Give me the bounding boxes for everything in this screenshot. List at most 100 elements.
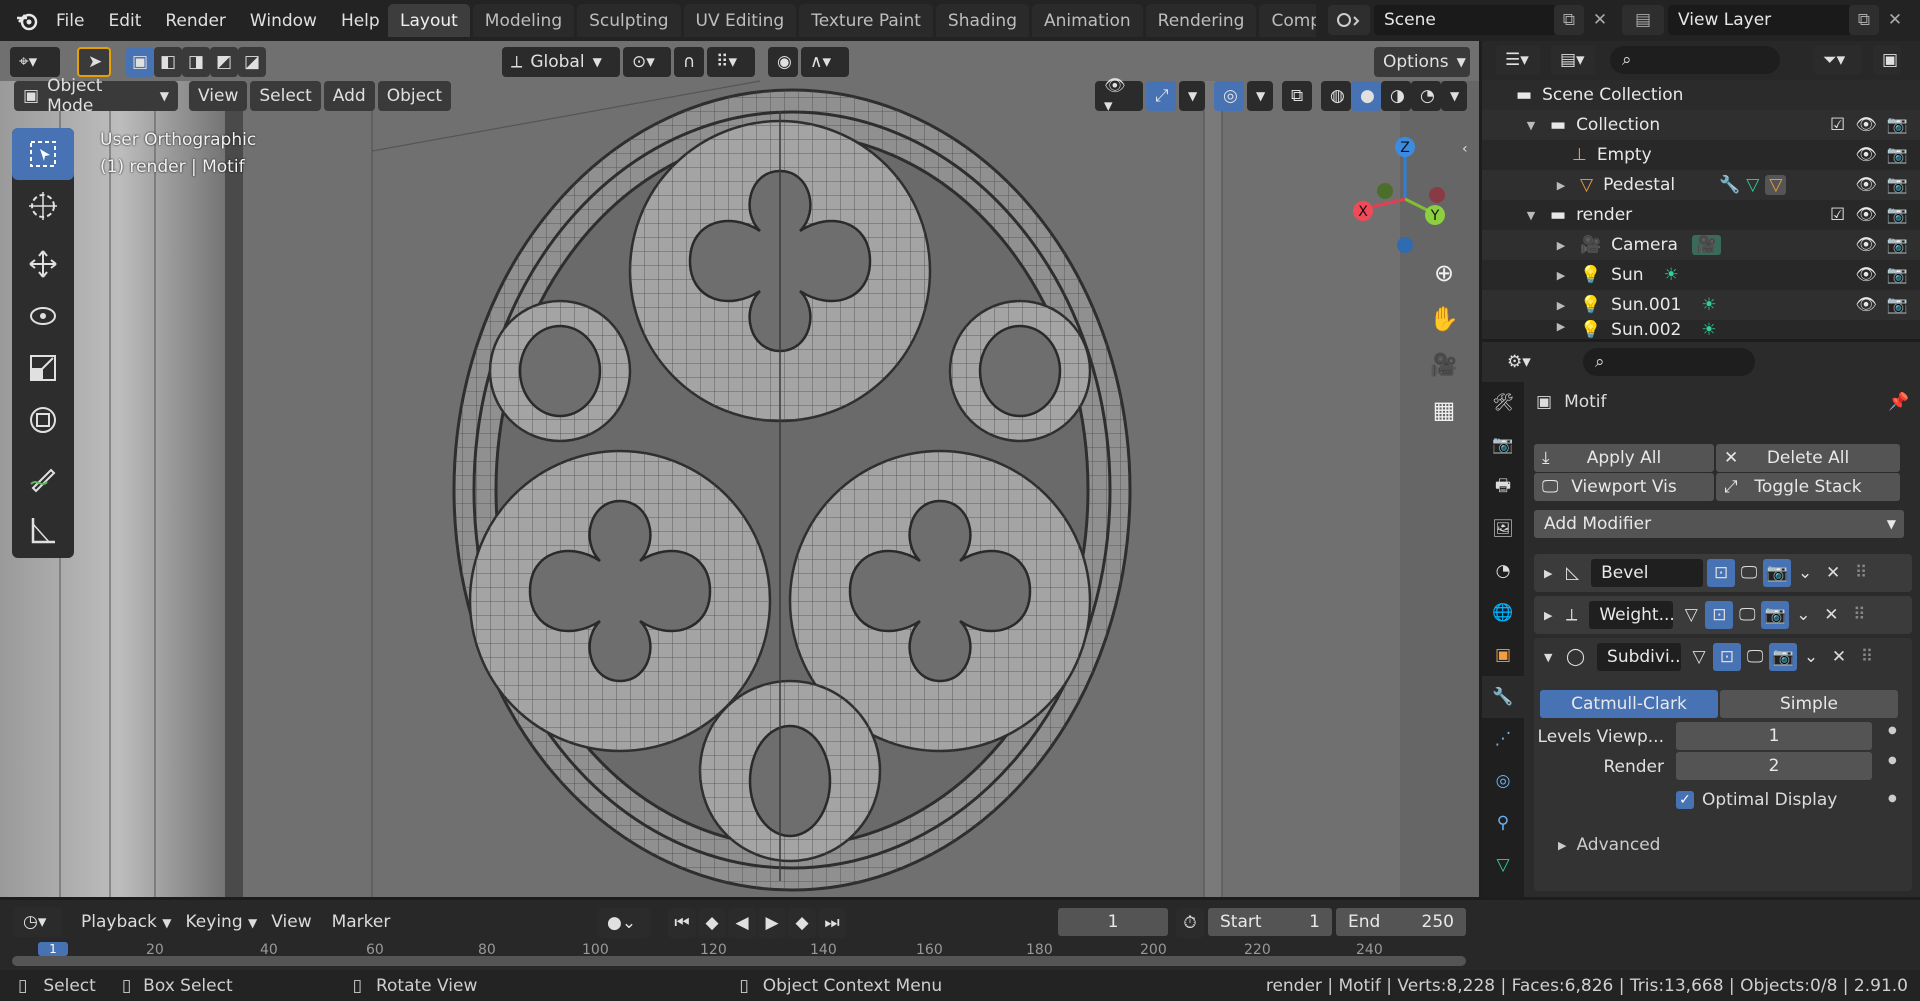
- view-menu[interactable]: View: [271, 912, 311, 932]
- camera-icon[interactable]: 📷: [1887, 115, 1908, 135]
- modifier-name-field[interactable]: Bevel: [1591, 559, 1704, 587]
- viewport-toggle[interactable]: 🖵: [1741, 643, 1769, 671]
- tab-rendering[interactable]: Rendering: [1145, 4, 1257, 37]
- viewport-toggle[interactable]: 🖵: [1735, 559, 1763, 587]
- tab-tool[interactable]: 🛠: [1482, 382, 1524, 424]
- shading-solid[interactable]: ●: [1351, 81, 1381, 111]
- auto-keying-toggle[interactable]: ●⌄: [598, 908, 650, 938]
- levels-viewport-field[interactable]: 1: [1676, 722, 1872, 750]
- remove-modifier[interactable]: ✕: [1819, 559, 1847, 587]
- tab-world[interactable]: 🌐: [1482, 592, 1524, 634]
- shading-rendered[interactable]: ◔: [1411, 81, 1441, 111]
- viewport-vis-button[interactable]: 🖵 Viewport Vis: [1534, 473, 1714, 501]
- tab-animation[interactable]: Animation: [1031, 4, 1143, 37]
- edit-mode-toggle[interactable]: ⊡: [1707, 559, 1736, 587]
- pan-button[interactable]: ✋: [1425, 300, 1463, 338]
- chevron-right-icon[interactable]: ▶: [1554, 239, 1568, 252]
- pivot-point-dropdown[interactable]: ⊙▾: [623, 47, 671, 77]
- snap-toggle[interactable]: ∩: [674, 47, 704, 77]
- properties-editor-type[interactable]: ⚙▾: [1498, 347, 1542, 377]
- checkbox-icon[interactable]: ☑: [1830, 205, 1845, 225]
- render-levels-field[interactable]: 2: [1676, 752, 1872, 780]
- select-subtract-icon[interactable]: ◨: [182, 47, 210, 77]
- jump-start-button[interactable]: ⏮: [668, 908, 696, 938]
- gizmo-dropdown[interactable]: ▼: [1179, 81, 1205, 111]
- render-toggle[interactable]: 📷: [1769, 643, 1798, 671]
- outliner-search-input[interactable]: ⌕: [1610, 46, 1780, 74]
- outliner-row-pedestal[interactable]: ▶ ▽ Pedestal 🔧 ▽ ▽ 👁 📷: [1482, 170, 1920, 200]
- modifier-name-field[interactable]: Weight...: [1589, 601, 1674, 629]
- new-scene-button[interactable]: ⧉: [1554, 5, 1584, 35]
- tab-layout[interactable]: Layout: [388, 4, 470, 37]
- select-intersect-icon[interactable]: ◪: [238, 47, 266, 77]
- edit-mode-toggle[interactable]: ⊡: [1713, 643, 1742, 671]
- camera-icon[interactable]: 📷: [1887, 265, 1908, 285]
- keying-menu[interactable]: Keying ▼: [186, 912, 258, 932]
- transform-orientation-dropdown[interactable]: ⟂ Global ▼: [502, 47, 620, 77]
- move-tool[interactable]: [12, 238, 74, 290]
- menu-render[interactable]: Render: [153, 11, 238, 31]
- camera-icon[interactable]: 📷: [1887, 235, 1908, 255]
- eye-icon[interactable]: 👁: [1855, 265, 1877, 285]
- eye-icon[interactable]: 👁: [1855, 295, 1877, 315]
- tab-data[interactable]: ▽: [1482, 844, 1524, 886]
- camera-icon[interactable]: 📷: [1887, 295, 1908, 315]
- chevron-right-icon[interactable]: ▶: [1544, 609, 1558, 622]
- visibility-dropdown[interactable]: 👁▾: [1095, 76, 1143, 116]
- scale-tool[interactable]: [12, 342, 74, 394]
- tab-scene[interactable]: ◔: [1482, 550, 1524, 592]
- drag-handle[interactable]: ⠿: [1845, 601, 1873, 629]
- falloff-dropdown[interactable]: ∧▾: [801, 47, 849, 77]
- overlay-toggle[interactable]: ◎: [1214, 81, 1244, 111]
- snap-target-dropdown[interactable]: ⠿▾: [707, 47, 755, 77]
- xray-toggle[interactable]: ⧉: [1282, 81, 1312, 111]
- overlay-dropdown[interactable]: ▼: [1247, 81, 1273, 111]
- chevron-down-icon[interactable]: ▼: [1524, 209, 1538, 222]
- end-frame-field[interactable]: End 250: [1336, 908, 1466, 936]
- timeline-editor-type[interactable]: ◷▾: [14, 907, 62, 937]
- keyframe-dot-icon[interactable]: ●: [1888, 793, 1897, 804]
- camera-icon[interactable]: 📷: [1887, 145, 1908, 165]
- eye-icon[interactable]: 👁: [1855, 145, 1877, 165]
- timeline-scrollbar[interactable]: [12, 956, 1466, 966]
- ortho-toggle-button[interactable]: ▦: [1425, 391, 1463, 429]
- tab-sculpting[interactable]: Sculpting: [577, 4, 681, 37]
- jump-end-button[interactable]: ⏭: [818, 908, 846, 938]
- tab-physics[interactable]: ◎: [1482, 760, 1524, 802]
- camera-view-button[interactable]: 🎥: [1425, 346, 1463, 384]
- toggle-stack-button[interactable]: ⤢ Toggle Stack: [1716, 473, 1900, 501]
- axis-neg-z-icon[interactable]: [1397, 237, 1413, 253]
- catmull-clark-option[interactable]: Catmull-Clark: [1540, 690, 1718, 718]
- current-frame-marker[interactable]: 1: [38, 942, 68, 956]
- view-layer-selector-button[interactable]: ▤: [1622, 5, 1664, 35]
- render-toggle[interactable]: 📷: [1761, 601, 1790, 629]
- select-extend-icon[interactable]: ◧: [154, 47, 182, 77]
- checkbox-icon[interactable]: ☑: [1830, 115, 1845, 135]
- delete-view-layer-button[interactable]: ✕: [1880, 5, 1910, 35]
- menu-add[interactable]: Add: [323, 81, 375, 111]
- tab-texture-paint[interactable]: Texture Paint: [799, 4, 933, 37]
- chevron-down-icon[interactable]: ▼: [1524, 119, 1538, 132]
- chevron-right-icon[interactable]: ▶: [1554, 269, 1568, 282]
- properties-search-input[interactable]: ⌕: [1583, 348, 1755, 376]
- menu-object[interactable]: Object: [377, 81, 452, 111]
- outliner-row-collection[interactable]: ▼ ▬ Collection ☑ 👁 📷: [1482, 110, 1920, 140]
- simple-option[interactable]: Simple: [1720, 690, 1898, 718]
- tab-output[interactable]: 🖶: [1482, 466, 1524, 508]
- modifier-menu[interactable]: ⌄: [1789, 601, 1817, 629]
- camera-data-icon[interactable]: 🎥: [1691, 235, 1722, 255]
- modifier-name-field[interactable]: Subdivi...: [1597, 643, 1682, 671]
- sidebar-toggle-icon[interactable]: ‹: [1462, 141, 1468, 157]
- tab-particles[interactable]: ⋰: [1482, 718, 1524, 760]
- optimal-display-checkbox[interactable]: ✓ Optimal Display: [1676, 790, 1837, 810]
- tab-render[interactable]: 📷: [1482, 424, 1524, 466]
- sun-data-icon[interactable]: ☀: [1664, 265, 1679, 285]
- eye-icon[interactable]: 👁: [1855, 235, 1877, 255]
- play-reverse-button[interactable]: ◀: [728, 908, 756, 938]
- tab-shading[interactable]: Shading: [935, 4, 1029, 37]
- eye-icon[interactable]: 👁: [1855, 115, 1877, 135]
- on-cage-toggle[interactable]: ▽: [1685, 643, 1713, 671]
- select-mode-button[interactable]: ➤: [77, 47, 111, 77]
- display-mode-dropdown[interactable]: ▤▾: [1551, 45, 1595, 75]
- start-frame-field[interactable]: Start 1: [1208, 908, 1332, 936]
